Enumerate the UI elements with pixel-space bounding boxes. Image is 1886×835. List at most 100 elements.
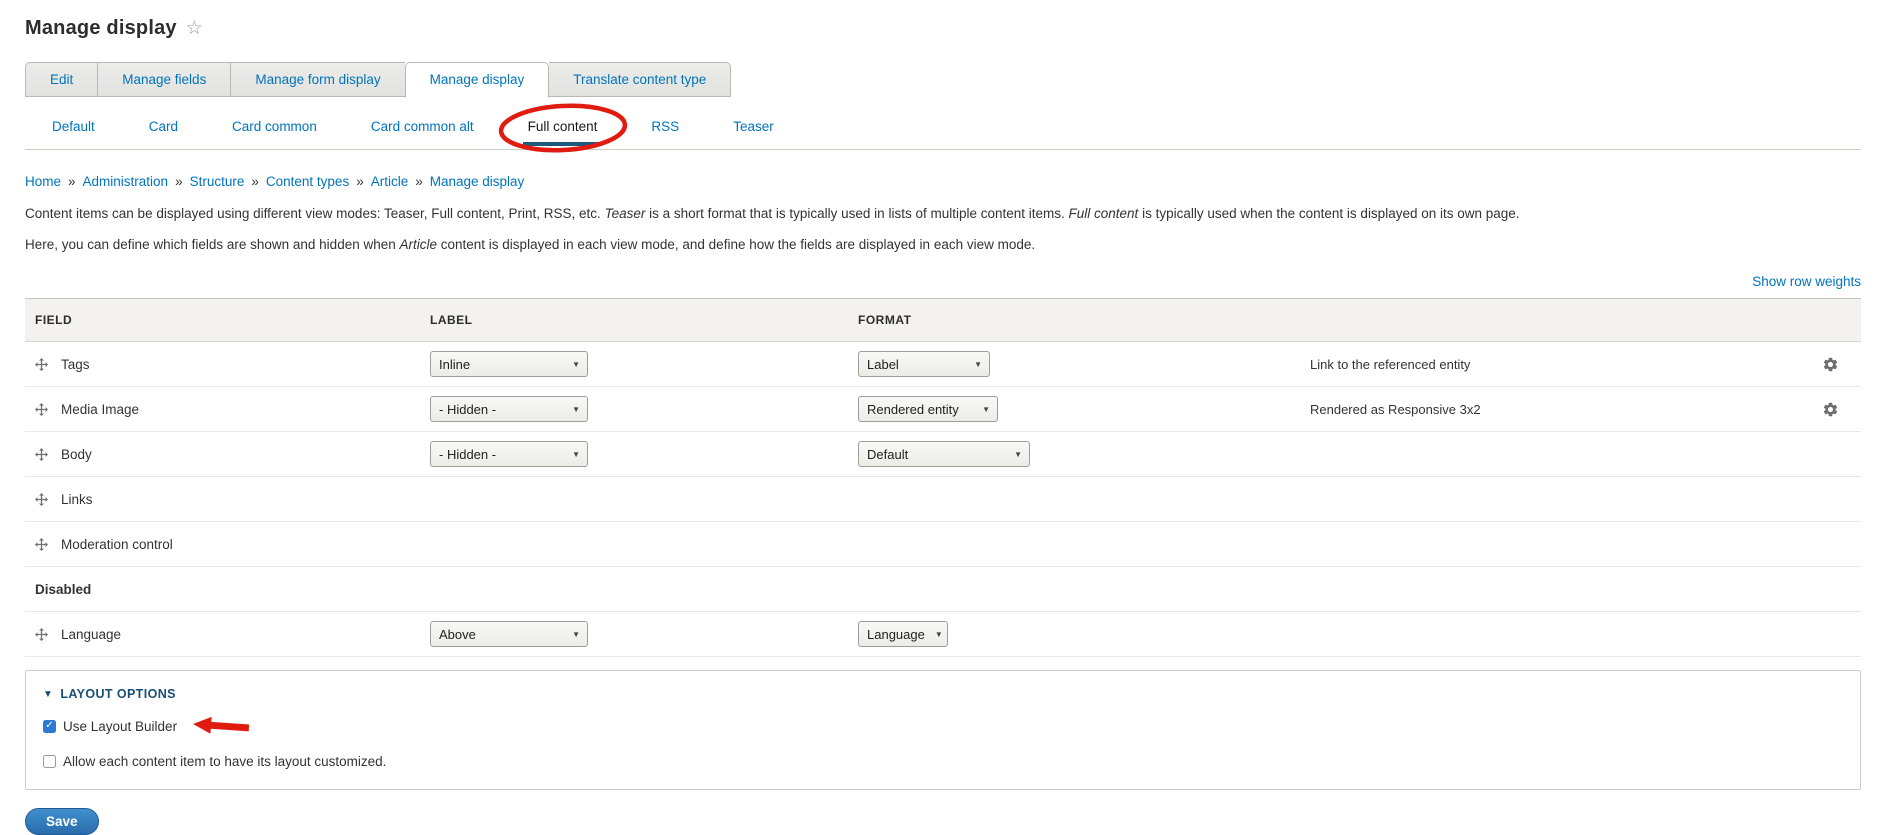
- media-image-format-select[interactable]: Rendered entity ▼: [858, 396, 998, 422]
- column-header-format: FORMAT: [858, 313, 912, 327]
- drag-handle-icon[interactable]: [35, 357, 48, 371]
- field-name: Links: [61, 491, 93, 507]
- page-title: Manage display: [25, 16, 177, 39]
- view-mode-tab-card-common-alt[interactable]: Card common alt: [344, 105, 501, 149]
- layout-options-fieldset: ▼ LAYOUT OPTIONS ✓ Use Layout Builder Al…: [25, 670, 1861, 790]
- table-row: Tags Inline ▼ Label ▼ Link to the referenc…: [25, 342, 1861, 387]
- select-value: Label: [867, 356, 899, 372]
- red-arrow-annotation: [193, 716, 250, 734]
- format-summary: Link to the referenced entity: [1310, 356, 1471, 372]
- row-weights-container: Show row weights: [25, 274, 1861, 292]
- dropdown-arrow-icon: ▼: [974, 359, 982, 369]
- dropdown-arrow-icon: ▼: [572, 629, 580, 639]
- primary-tabs: Edit Manage fields Manage form display M…: [25, 62, 1861, 98]
- table-row: Moderation control: [25, 522, 1861, 567]
- dropdown-arrow-icon: ▼: [572, 449, 580, 459]
- breadcrumb-separator: »: [175, 174, 183, 189]
- view-mode-tab-card[interactable]: Card: [122, 105, 205, 149]
- tab-manage-form-display[interactable]: Manage form display: [230, 62, 405, 97]
- layout-options-legend[interactable]: ▼ LAYOUT OPTIONS: [43, 687, 1843, 701]
- tab-manage-fields[interactable]: Manage fields: [97, 62, 231, 97]
- select-value: Above: [439, 626, 476, 642]
- language-label-select[interactable]: Above ▼: [430, 621, 588, 647]
- table-row: Links: [25, 477, 1861, 522]
- language-format-select[interactable]: Language ▼: [858, 621, 948, 647]
- breadcrumb-manage-display[interactable]: Manage display: [430, 174, 525, 189]
- field-name: Moderation control: [61, 536, 173, 552]
- show-row-weights-link[interactable]: Show row weights: [1752, 274, 1861, 289]
- select-value: - Hidden -: [439, 401, 497, 417]
- use-layout-builder-row: ✓ Use Layout Builder: [43, 716, 1843, 735]
- allow-custom-layout-row: Allow each content item to have its layo…: [43, 752, 1843, 770]
- page-header: Manage display ☆: [25, 14, 1861, 42]
- view-mode-tab-rss[interactable]: RSS: [624, 105, 706, 149]
- view-mode-tab-full-content[interactable]: Full content: [498, 103, 627, 153]
- breadcrumb-separator: »: [415, 174, 423, 189]
- breadcrumb-structure[interactable]: Structure: [190, 174, 245, 189]
- disabled-section-label: Disabled: [35, 581, 92, 597]
- body-format-select[interactable]: Default ▼: [858, 441, 1030, 467]
- view-mode-tab-label: Full content: [527, 119, 598, 134]
- table-header-row: FIELD LABEL FORMAT: [25, 299, 1861, 342]
- drag-handle-icon[interactable]: [35, 537, 48, 551]
- format-summary: Rendered as Responsive 3x2: [1310, 401, 1481, 417]
- column-header-field: FIELD: [35, 313, 73, 327]
- breadcrumb-separator: »: [251, 174, 259, 189]
- dropdown-arrow-icon: ▼: [572, 359, 580, 369]
- disabled-section-row: Disabled: [25, 567, 1861, 612]
- select-value: Rendered entity: [867, 401, 959, 417]
- dropdown-arrow-icon: ▼: [1014, 449, 1022, 459]
- view-mode-tab-default[interactable]: Default: [25, 105, 122, 149]
- tab-edit[interactable]: Edit: [25, 62, 98, 97]
- table-row: Language Above ▼ Language ▼: [25, 612, 1861, 657]
- select-value: Default: [867, 446, 909, 462]
- use-layout-builder-label: Use Layout Builder: [63, 718, 178, 734]
- layout-options-title: LAYOUT OPTIONS: [60, 687, 176, 701]
- dropdown-arrow-icon: ▼: [934, 629, 943, 639]
- field-name: Media Image: [61, 401, 140, 417]
- breadcrumb-content-types[interactable]: Content types: [266, 174, 349, 189]
- breadcrumb-separator: »: [68, 174, 76, 189]
- save-button[interactable]: Save: [25, 808, 99, 835]
- tab-translate-content-type[interactable]: Translate content type: [549, 62, 732, 97]
- tab-manage-display[interactable]: Manage display: [404, 62, 550, 98]
- manage-display-page: Manage display ☆ Edit Manage fields Mana…: [0, 14, 1886, 835]
- field-display-table: FIELD LABEL FORMAT Tags Inline ▼ Label ▼ L…: [25, 298, 1861, 657]
- drag-handle-icon[interactable]: [35, 627, 48, 641]
- drag-handle-icon[interactable]: [35, 447, 48, 461]
- breadcrumb-administration[interactable]: Administration: [83, 174, 169, 189]
- tags-label-select[interactable]: Inline ▼: [430, 351, 588, 377]
- view-mode-tab-teaser[interactable]: Teaser: [706, 105, 801, 149]
- dropdown-arrow-icon: ▼: [572, 404, 580, 414]
- table-row: Media Image - Hidden - ▼ Rendered entity ▼…: [25, 387, 1861, 432]
- breadcrumb-article[interactable]: Article: [371, 174, 409, 189]
- dropdown-arrow-icon: ▼: [982, 404, 990, 414]
- select-value: Inline: [439, 356, 471, 372]
- select-value: - Hidden -: [439, 446, 497, 462]
- use-layout-builder-checkbox[interactable]: ✓: [43, 719, 56, 733]
- body-label-select[interactable]: - Hidden - ▼: [430, 441, 588, 467]
- table-row: Body - Hidden - ▼ Default ▼: [25, 432, 1861, 477]
- allow-custom-layout-label: Allow each content item to have its layo…: [63, 753, 387, 769]
- breadcrumb: Home » Administration » Structure » Content ty…: [25, 174, 1861, 192]
- gear-icon[interactable]: [1822, 401, 1839, 418]
- tags-format-select[interactable]: Label ▼: [858, 351, 990, 377]
- column-header-label: LABEL: [430, 313, 473, 327]
- favorite-star-icon[interactable]: ☆: [186, 19, 203, 38]
- intro-paragraph-view-modes: Content items can be displayed using dif…: [25, 206, 1520, 221]
- gear-icon[interactable]: [1822, 356, 1839, 373]
- drag-handle-icon[interactable]: [35, 402, 48, 416]
- field-name: Tags: [61, 356, 90, 372]
- allow-custom-layout-checkbox[interactable]: [43, 754, 56, 768]
- field-name: Language: [61, 626, 122, 642]
- breadcrumb-separator: »: [356, 174, 364, 189]
- collapse-triangle-icon: ▼: [43, 688, 54, 700]
- media-image-label-select[interactable]: - Hidden - ▼: [430, 396, 588, 422]
- field-name: Body: [61, 446, 92, 462]
- active-tab-underline: [522, 142, 603, 146]
- view-mode-tabs: Default Card Card common Card common alt…: [25, 103, 1861, 153]
- view-mode-tab-card-common[interactable]: Card common: [205, 105, 344, 149]
- drag-handle-icon[interactable]: [35, 492, 48, 506]
- breadcrumb-home[interactable]: Home: [25, 174, 61, 189]
- select-value: Language: [867, 626, 925, 642]
